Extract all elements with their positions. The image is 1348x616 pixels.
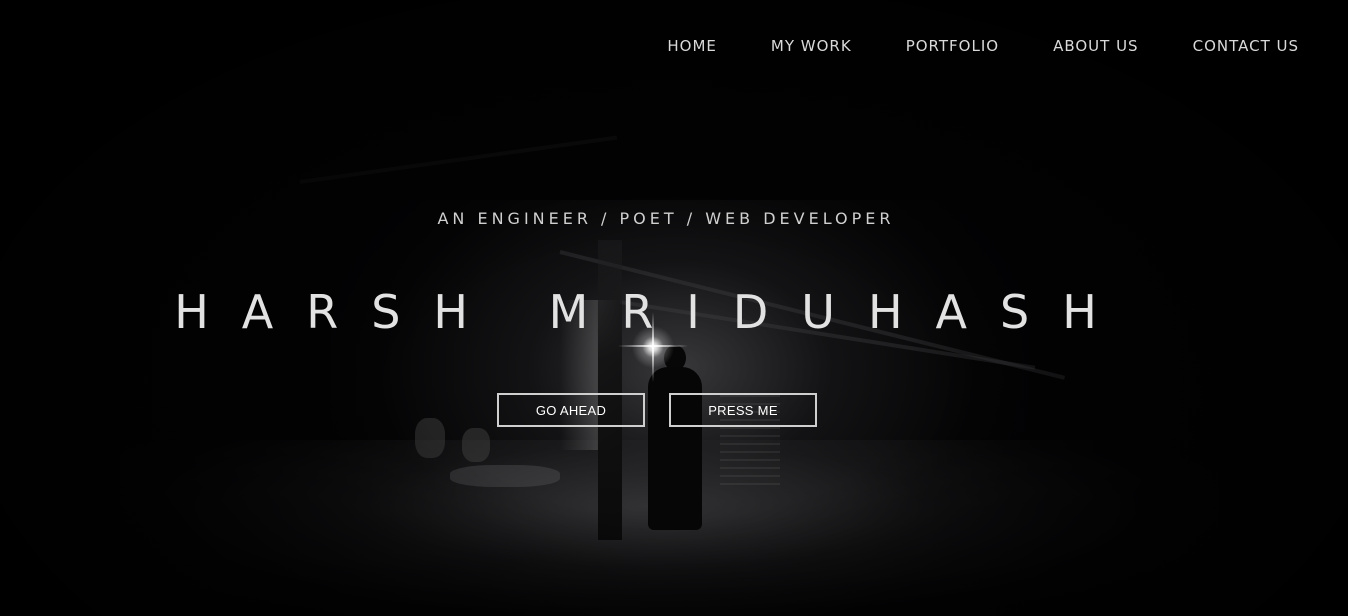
- press-me-button[interactable]: PRESS ME: [669, 393, 817, 427]
- hero-name-title: HARSH MRIDUHASH: [174, 285, 1130, 339]
- nav-item-my-work[interactable]: MY WORK: [771, 36, 852, 56]
- hero-buttons: GO AHEAD PRESS ME: [497, 393, 817, 427]
- hero-section: HOME MY WORK PORTFOLIO ABOUT US CONTACT …: [0, 0, 1348, 616]
- hero-tagline: AN ENGINEER / POET / WEB DEVELOPER: [437, 209, 895, 228]
- nav-item-home[interactable]: HOME: [667, 36, 717, 56]
- nav-item-contact-us[interactable]: CONTACT US: [1193, 36, 1299, 56]
- nav-item-portfolio[interactable]: PORTFOLIO: [906, 36, 999, 56]
- nav-item-about-us[interactable]: ABOUT US: [1053, 36, 1139, 56]
- main-navigation: HOME MY WORK PORTFOLIO ABOUT US CONTACT …: [667, 36, 1299, 56]
- go-ahead-button[interactable]: GO AHEAD: [497, 393, 645, 427]
